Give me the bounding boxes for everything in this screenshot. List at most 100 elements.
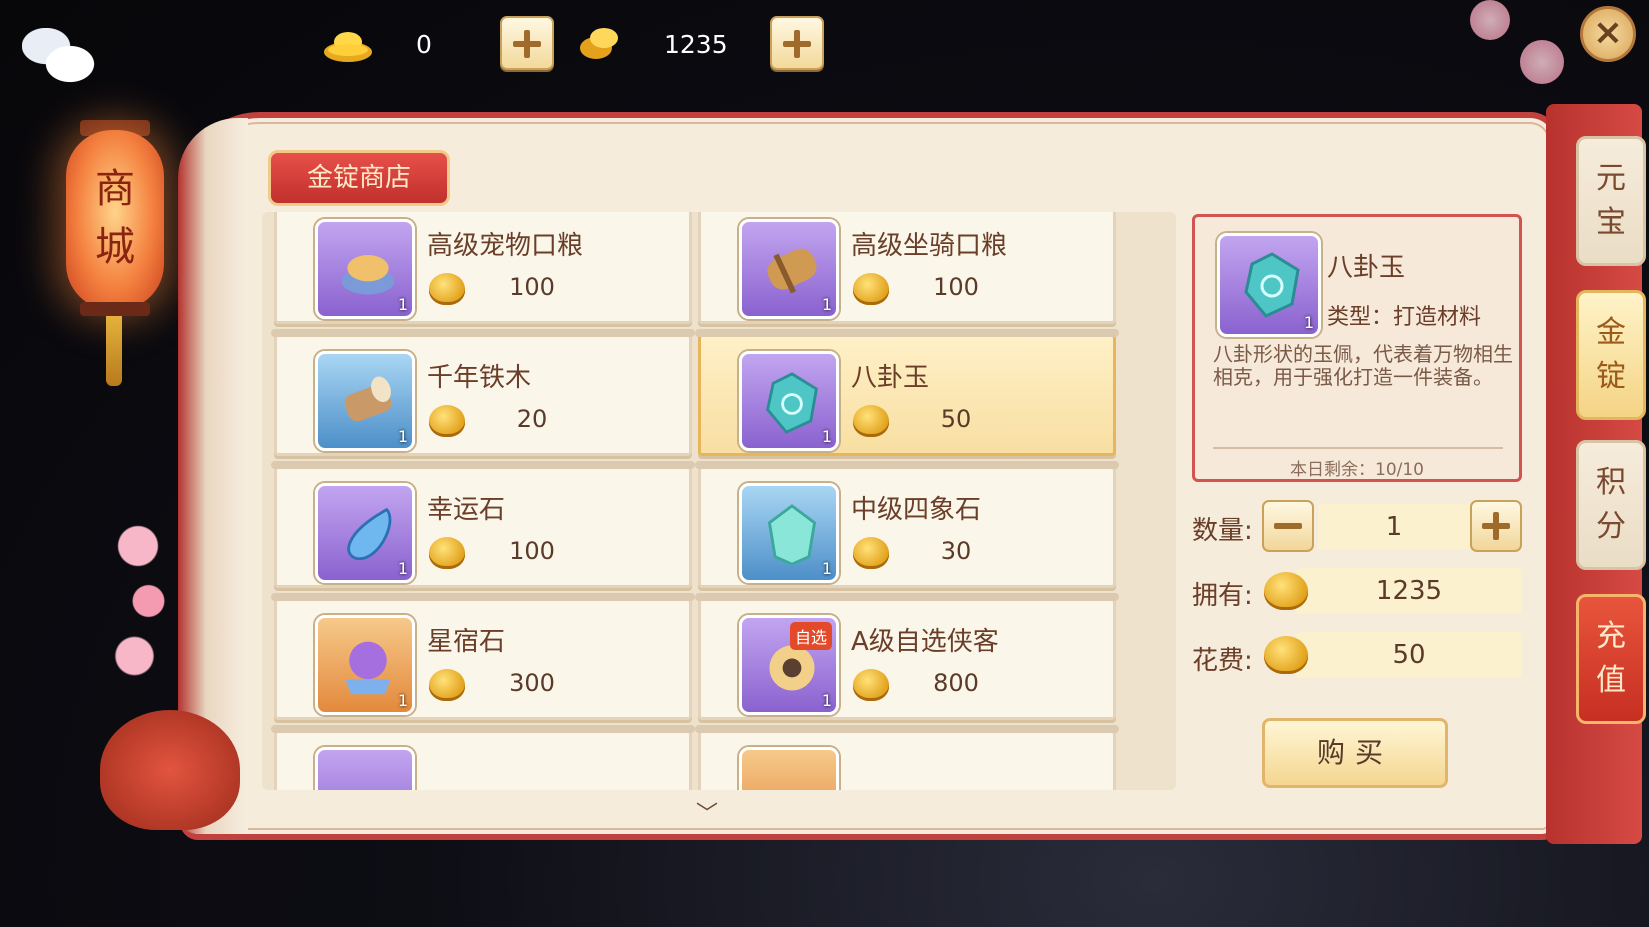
gold-coin-icon [429,537,465,569]
item-list[interactable]: 1 高级宠物口粮 100 1 高级坐骑口粮 100 1 千年铁木 20 1 八卦玉 50 1 幸运石 100… [262,212,1176,790]
add-gold-button[interactable] [770,16,824,70]
shop-item-card[interactable]: 1 幸运石 100 [271,461,695,588]
item-price: 20 [516,405,548,433]
tab-points[interactable]: 积分 [1576,440,1646,570]
scroll-rod [695,725,1119,733]
gold-coin-icon [429,669,465,701]
item-name: A级自选侠客 [851,627,999,657]
quantity-label: 数量: [1192,516,1253,546]
cost-label: 花费: [1192,646,1253,676]
shop-item-card[interactable]: 1 中级四象石 30 [695,461,1119,588]
lantern-char-2: 城 [95,224,135,270]
gold-coin-icon [1264,636,1308,674]
item-price: 100 [509,273,555,301]
gold-coin-icon [429,405,465,437]
item-icon-frame: 1 [315,615,415,715]
increase-quantity-button[interactable] [1470,500,1522,552]
item-price: 100 [933,273,979,301]
item-name: 八卦玉 [851,363,930,393]
shop-item-card[interactable]: 1 八卦玉 50 [695,329,1119,456]
ironwood-icon [344,376,392,422]
tab-recharge[interactable]: 充值 [1576,594,1646,724]
scroll-rod [271,461,695,469]
item-icon-frame: 1 [315,219,415,319]
tab-yuanbao[interactable]: 元宝 [1576,136,1646,266]
scroll-down-icon[interactable]: ﹀ [692,804,722,826]
gold-coin-icon [580,28,618,59]
shop-item-card[interactable]: 自选 1 A级自选侠客 800 [695,593,1119,720]
scroll-rod [271,593,695,601]
dove-icon [22,28,102,88]
lantern-tassel [106,316,122,386]
minus-icon [1274,523,1302,529]
item-qty: 1 [397,691,408,710]
tab-label: 金锭 [1596,315,1626,394]
quantity-input[interactable]: 1 [1318,504,1470,550]
item-qty: 1 [821,427,832,446]
luck-stone-icon [347,507,392,560]
item-qty: 1 [397,559,408,578]
tab-label: 充值 [1596,619,1626,698]
currency-bar: 0 1235 × [0,0,1649,95]
item-name: 星宿石 [427,627,506,657]
scroll-rod [271,329,695,337]
shop-item-card[interactable]: 1 高级坐骑口粮 100 [698,212,1116,324]
owned-label: 拥有: [1192,581,1253,611]
item-badge: 自选 [789,622,832,650]
plus-icon-v [1493,512,1499,540]
shop-title-tag: 金锭商店 [268,150,450,206]
item-name: 中级四象石 [851,495,982,525]
plum-blossom-decoration [110,480,180,700]
close-button[interactable]: × [1580,6,1636,62]
item-detail-card: 1 八卦玉 类型：打造材料 八卦形状的玉佩，代表着万物相生相克，用于强化打造一件… [1192,214,1522,482]
lantern-char-1: 商 [95,166,135,212]
bagua-jade-icon [766,372,818,434]
item-icon-frame: 1 [315,483,415,583]
pet-food-icon [341,255,395,295]
shop-item-card[interactable]: 1 高级宠物口粮 100 [274,212,692,324]
item-icon-frame [315,747,415,790]
scroll-rod [695,593,1119,601]
shop-item-card[interactable]: 1 星宿石 300 [271,593,695,720]
detail-item-description: 八卦形状的玉佩，代表着万物相生相克，用于强化打造一件装备。 [1213,342,1513,389]
item-icon-frame: 1 [739,483,839,583]
divider [1213,447,1503,449]
item-icon-frame: 自选 1 [739,615,839,715]
item-qty: 1 [397,427,408,446]
tab-gold-ingot[interactable]: 金锭 [1576,290,1646,420]
blossom-decoration [1520,40,1564,84]
item-name: 高级宠物口粮 [427,231,584,261]
gold-coin-icon [853,405,889,437]
shop-item-card-partial[interactable] [695,725,1119,790]
scroll-rod [695,329,1119,337]
gold-coin-icon [1264,572,1308,610]
detail-item-qty: 1 [1303,313,1314,332]
detail-item-name: 八卦玉 [1327,253,1406,283]
item-qty: 1 [821,559,832,578]
item-name: 幸运石 [427,495,506,525]
item-name: 千年铁木 [427,363,532,393]
shop-item-card-partial[interactable] [271,725,695,790]
item-icon-frame [739,747,839,790]
item-price: 800 [933,669,979,697]
decrease-quantity-button[interactable] [1262,500,1314,552]
owned-value: 1235 [1296,568,1522,614]
shop-item-card[interactable]: 1 千年铁木 20 [271,329,695,456]
item-price: 300 [509,669,555,697]
item-price: 30 [940,537,972,565]
gold-count: 1235 [664,30,728,59]
item-icon-frame: 1 [739,351,839,451]
star-stone-icon [345,641,391,695]
scroll-rod [271,725,695,733]
buy-button[interactable]: 购买 [1262,718,1448,788]
ingot-icon [324,32,372,62]
tab-label: 积分 [1596,465,1626,544]
gold-coin-icon [853,669,889,701]
lantern-title: 商 城 [66,160,164,276]
item-price: 50 [940,405,972,433]
item-icon-frame: 1 [315,351,415,451]
gold-coin-icon [853,537,889,569]
add-ingot-button[interactable] [500,16,554,70]
detail-item-icon: 1 [1217,233,1321,337]
ingot-count: 0 [416,30,432,59]
